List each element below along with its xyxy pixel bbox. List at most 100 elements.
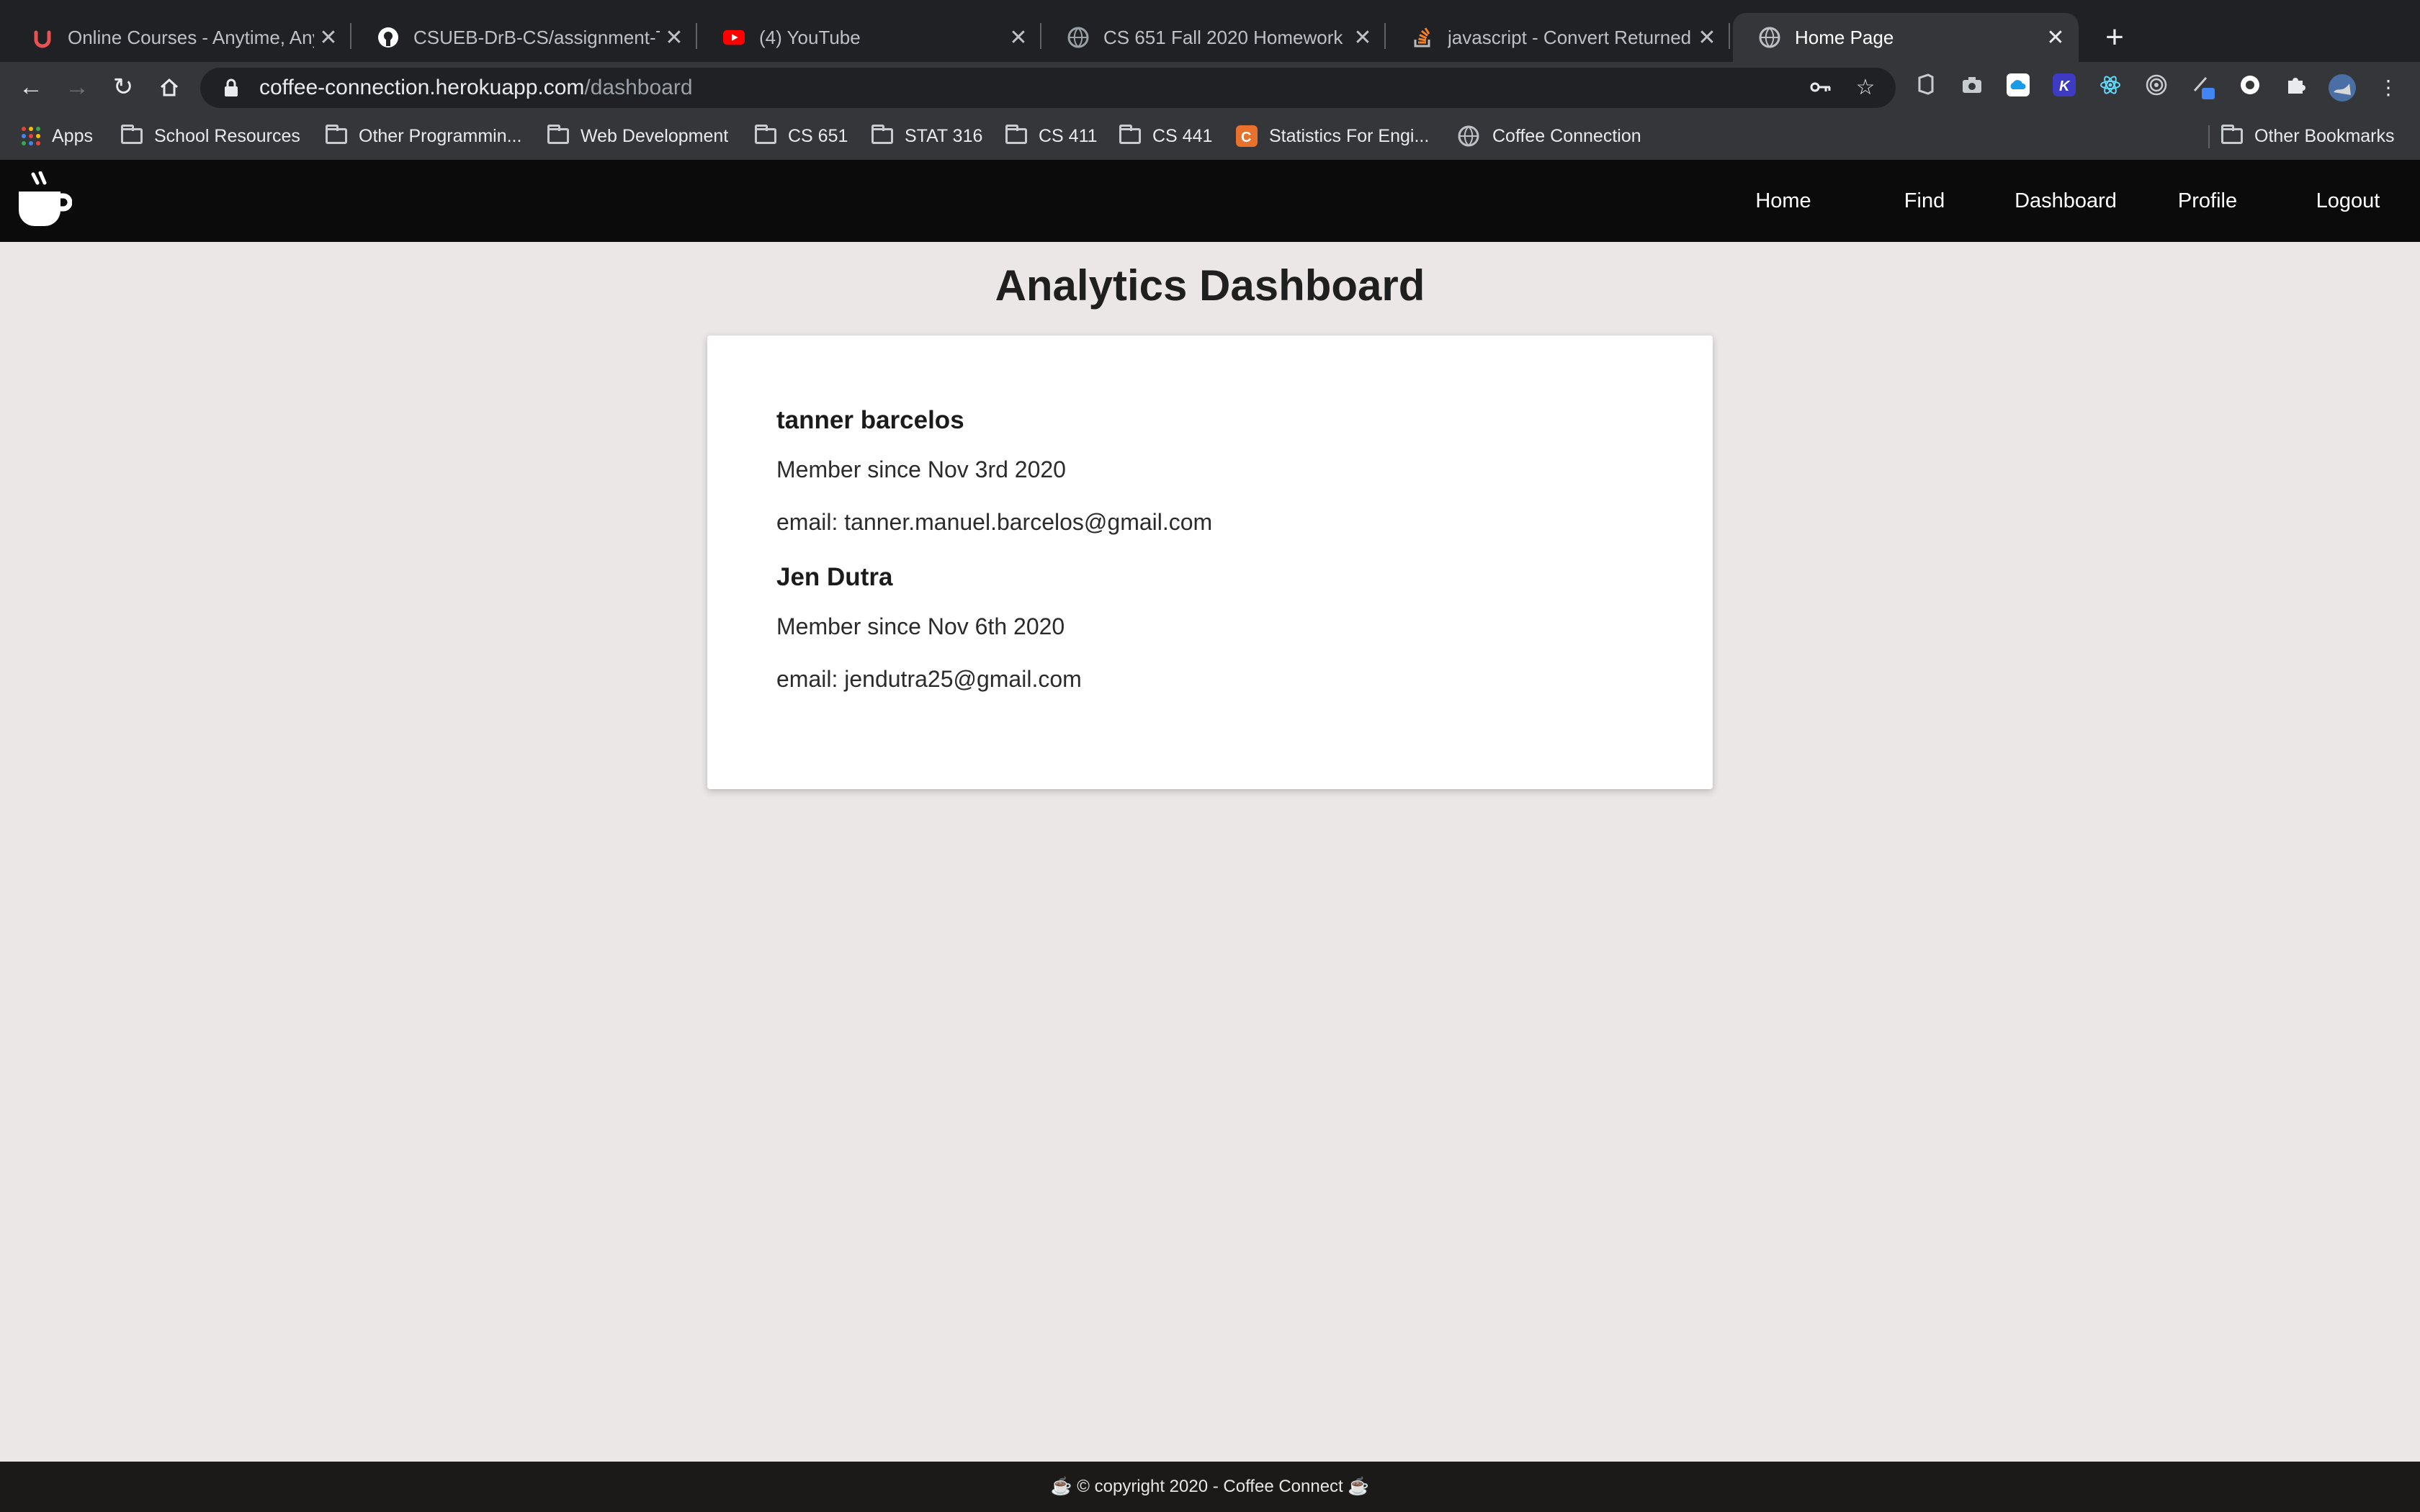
home-button[interactable] — [151, 69, 187, 105]
bookmark-folder[interactable]: CS 441 — [1119, 112, 1212, 160]
close-tab-icon[interactable]: ✕ — [1693, 25, 1721, 50]
extensions-puzzle-icon[interactable] — [2282, 73, 2311, 102]
new-tab-button[interactable]: + — [2093, 16, 2136, 59]
member-name: Jen Dutra — [776, 563, 893, 591]
close-tab-icon[interactable]: ✕ — [314, 25, 343, 50]
close-tab-icon[interactable]: ✕ — [2041, 25, 2070, 50]
github-icon — [377, 27, 399, 48]
target-extension-icon[interactable] — [2142, 73, 2171, 102]
profile-avatar-icon[interactable] — [2328, 73, 2357, 102]
browser-tab-strip: Online Courses - Anytime, Anywhere ✕ CSU… — [0, 0, 2420, 62]
tab-home-page[interactable]: Home Page ✕ — [1733, 13, 2079, 62]
office-extension-icon[interactable] — [1912, 73, 1940, 102]
bookmark-folder[interactable]: School Resources — [121, 112, 300, 160]
tab-homework[interactable]: CS 651 Fall 2020 Homework 10 ✕ — [1041, 13, 1386, 62]
globe-icon — [1458, 125, 1479, 147]
folder-icon — [2221, 125, 2243, 144]
bookmark-label: Apps — [52, 125, 93, 146]
tab-title: CSUEB-DrB-CS/assignment-Tanner — [413, 26, 660, 48]
react-devtools-icon[interactable] — [2096, 73, 2125, 102]
youtube-icon — [723, 27, 745, 48]
bookmark-label: Other Programmin... — [359, 125, 522, 146]
member-name: tanner barcelos — [776, 406, 964, 434]
coffee-cup-logo-icon[interactable] — [17, 171, 73, 230]
reload-button[interactable]: ↻ — [105, 69, 141, 105]
tab-title: Home Page — [1795, 26, 1894, 48]
cloud-extension-icon[interactable] — [2004, 73, 2033, 102]
camera-extension-icon[interactable] — [1958, 73, 1986, 102]
url-host: coffee-connection.herokuapp.com — [259, 76, 585, 99]
bookmark-coffee-connection[interactable]: Coffee Connection — [1458, 112, 1641, 160]
svg-text:K: K — [2059, 78, 2071, 94]
footer-copyright: ☕ © copyright 2020 - Coffee Connect ☕ — [1050, 1477, 1370, 1496]
k-extension-icon[interactable]: K — [2050, 73, 2079, 102]
bookmark-label: STAT 316 — [905, 125, 983, 146]
bookmark-label: School Resources — [154, 125, 300, 146]
bookmark-apps[interactable]: Apps — [22, 112, 93, 160]
bookmark-label: Web Development — [581, 125, 729, 146]
bookmark-statistics[interactable]: C Statistics For Engi... — [1236, 112, 1429, 160]
nav-home-link[interactable]: Home — [1740, 160, 1827, 242]
key-icon[interactable] — [1806, 73, 1835, 102]
udemy-icon — [32, 27, 53, 48]
svg-text:C: C — [1241, 130, 1251, 145]
tab-online-courses[interactable]: Online Courses - Anytime, Anywhere ✕ — [6, 13, 351, 62]
nav-find-link[interactable]: Find — [1888, 160, 1960, 242]
forward-button[interactable]: → — [59, 69, 95, 105]
site-footer: ☕ © copyright 2020 - Coffee Connect ☕ — [0, 1462, 2420, 1512]
bookmark-label: CS 441 — [1152, 125, 1213, 146]
bookmark-label: Coffee Connection — [1492, 125, 1641, 146]
bookmark-folder[interactable]: STAT 316 — [871, 112, 982, 160]
url-text[interactable]: coffee-connection.herokuapp.com/dashboar… — [259, 76, 693, 100]
nav-profile-link[interactable]: Profile — [2168, 160, 2247, 242]
bookmarks-bar: Apps School Resources Other Programmin..… — [0, 112, 2420, 161]
member-email: email: tanner.manuel.barcelos@gmail.com — [776, 509, 1213, 535]
close-tab-icon[interactable]: ✕ — [660, 25, 689, 50]
bookmark-other[interactable]: Other Bookmarks — [2221, 112, 2395, 160]
folder-icon — [755, 125, 776, 144]
eye-extension-icon[interactable] — [2236, 73, 2264, 102]
globe-icon — [1067, 27, 1089, 48]
nav-dashboard-link[interactable]: Dashboard — [2005, 160, 2126, 242]
bookmark-label: CS 411 — [1039, 125, 1098, 146]
folder-icon — [326, 125, 347, 144]
bookmark-folder[interactable]: Other Programmin... — [326, 112, 521, 160]
member-since: Member since Nov 6th 2020 — [776, 613, 1065, 639]
tab-stackoverflow[interactable]: javascript - Convert Returned ✕ — [1386, 13, 1730, 62]
url-path: /dashboard — [584, 76, 693, 99]
member-email: email: jendutra25@gmail.com — [776, 666, 1082, 692]
page-title: Analytics Dashboard — [995, 261, 1425, 310]
close-tab-icon[interactable]: ✕ — [1004, 25, 1033, 50]
pen-extension-icon[interactable] — [2190, 73, 2218, 102]
folder-icon — [871, 125, 893, 144]
close-tab-icon[interactable]: ✕ — [1348, 25, 1377, 50]
address-bar[interactable]: coffee-connection.herokuapp.com/dashboar… — [200, 68, 1896, 108]
nav-logout-link[interactable]: Logout — [2305, 160, 2391, 242]
members-card: tanner barcelos Member since Nov 3rd 202… — [707, 336, 1713, 789]
back-button[interactable]: ← — [13, 69, 49, 105]
member-entry: Jen Dutra Member since Nov 6th 2020 emai… — [776, 563, 1644, 693]
folder-icon — [1119, 125, 1141, 144]
folder-icon — [1005, 125, 1027, 144]
bookmark-folder[interactable]: CS 411 — [1005, 112, 1098, 160]
bookmark-label: Other Bookmarks — [2254, 125, 2395, 146]
site-navbar: Home Find Dashboard Profile Logout — [0, 160, 2420, 242]
c-site-icon: C — [1236, 125, 1258, 147]
tab-title: javascript - Convert Returned — [1448, 26, 1692, 48]
tab-title: Online Courses - Anytime, Anywhere — [68, 26, 314, 48]
browser-toolbar: ← → ↻ coffee-connection.herokuapp.com/da… — [0, 62, 2420, 112]
globe-icon — [1759, 27, 1780, 48]
folder-icon — [121, 125, 143, 144]
tab-github[interactable]: CSUEB-DrB-CS/assignment-Tanner ✕ — [351, 13, 697, 62]
tab-title: CS 651 Fall 2020 Homework 10 — [1103, 26, 1348, 48]
lock-icon — [223, 78, 239, 97]
member-entry: tanner barcelos Member since Nov 3rd 202… — [776, 406, 1644, 536]
bookmark-label: CS 651 — [788, 125, 848, 146]
browser-menu-icon[interactable]: ⋮ — [2374, 73, 2403, 102]
bookmark-star-icon[interactable]: ☆ — [1851, 73, 1880, 102]
bookmark-folder[interactable]: Web Development — [547, 112, 728, 160]
member-since: Member since Nov 3rd 2020 — [776, 456, 1066, 482]
tab-youtube[interactable]: (4) YouTube ✕ — [697, 13, 1041, 62]
stackoverflow-icon — [1412, 27, 1433, 48]
bookmark-folder[interactable]: CS 651 — [755, 112, 848, 160]
